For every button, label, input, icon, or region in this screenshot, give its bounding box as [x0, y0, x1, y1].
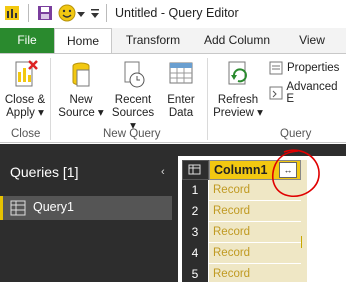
- table-cell[interactable]: Record: [209, 222, 301, 243]
- close-group-label: Close: [11, 128, 41, 140]
- row-number: 5: [191, 267, 199, 281]
- recent-sources-button[interactable]: Recent Sources ▾: [108, 58, 158, 133]
- recent-sources-line1: Recent: [114, 94, 152, 106]
- enter-data-button[interactable]: Enter Data: [162, 58, 200, 120]
- refresh-icon: [228, 61, 247, 85]
- advanced-editor-button[interactable]: Advanced E: [268, 81, 346, 105]
- window-title: Untitled - Query Editor: [115, 6, 239, 20]
- refresh-preview-button[interactable]: Refresh Preview ▾: [212, 58, 264, 120]
- advanced-editor-icon: [269, 86, 283, 100]
- refresh-preview-line2: Preview ▾: [213, 107, 263, 119]
- tab-view[interactable]: View: [290, 28, 334, 53]
- row-number: 1: [191, 183, 199, 197]
- ribbon-tabs: File Home Transform Add Column View: [0, 28, 346, 54]
- table-cell[interactable]: Record: [209, 264, 301, 282]
- queries-pane: Queries [1] ‹ Query1: [0, 144, 178, 282]
- properties-icon: [269, 61, 283, 75]
- record-link[interactable]: Record: [213, 247, 250, 259]
- title-divider: [28, 4, 29, 22]
- row-number: 2: [191, 204, 199, 218]
- ribbon: Close & Apply ▾ Close New Source ▾ Recen…: [0, 53, 346, 143]
- title-divider-2: [106, 4, 107, 22]
- app-icon[interactable]: [4, 4, 22, 22]
- title-bar: Untitled - Query Editor: [0, 0, 346, 28]
- properties-label: Properties: [287, 62, 340, 74]
- record-link[interactable]: Record: [213, 205, 250, 217]
- save-icon[interactable]: [36, 4, 54, 22]
- group-separator: [207, 58, 208, 140]
- advanced-editor-label: Advanced E: [286, 81, 338, 105]
- query-item-query1[interactable]: Query1: [0, 196, 172, 220]
- record-link[interactable]: Record: [213, 184, 250, 196]
- new-source-line1: New: [69, 94, 93, 106]
- collapse-pane-icon[interactable]: ‹: [161, 166, 165, 178]
- close-apply-line1: Close &: [4, 94, 46, 106]
- record-link[interactable]: Record: [213, 268, 250, 280]
- queries-header: Queries [1]: [10, 164, 79, 180]
- smiley-icon[interactable]: [58, 4, 76, 22]
- tab-file[interactable]: File: [0, 28, 54, 53]
- row-number: 3: [191, 225, 199, 239]
- new-source-button[interactable]: New Source ▾: [56, 58, 106, 120]
- enter-data-line2: Data: [168, 107, 194, 119]
- new-source-line2: Source ▾: [58, 107, 104, 119]
- close-apply-line2: Apply ▾: [6, 107, 44, 119]
- database-icon: [72, 62, 90, 87]
- table-cell[interactable]: Record: [209, 243, 301, 264]
- row-number: 4: [191, 246, 199, 260]
- table-menu-button[interactable]: [182, 160, 209, 180]
- query-group-label: Query: [280, 128, 312, 140]
- table-icon: [188, 164, 201, 175]
- record-link[interactable]: Record: [213, 226, 250, 238]
- group-separator: [50, 58, 51, 140]
- tab-add-column[interactable]: Add Column: [196, 28, 278, 53]
- tab-transform[interactable]: Transform: [118, 28, 188, 53]
- close-apply-button[interactable]: Close & Apply ▾: [2, 58, 48, 120]
- table-icon: [10, 200, 26, 216]
- close-apply-icon: [15, 60, 38, 87]
- table-cell[interactable]: Record: [209, 201, 301, 222]
- enter-data-line1: Enter: [167, 94, 195, 106]
- new-query-group-label: New Query: [103, 128, 161, 140]
- properties-button[interactable]: Properties: [268, 60, 339, 76]
- tab-home[interactable]: Home: [54, 28, 112, 54]
- table-icon: [169, 62, 193, 84]
- query-item-label: Query1: [33, 200, 74, 214]
- column-header-label: Column1: [214, 163, 268, 177]
- refresh-preview-line1: Refresh: [217, 94, 259, 106]
- annotation-circle: [272, 149, 320, 197]
- recent-sources-icon: [124, 61, 145, 88]
